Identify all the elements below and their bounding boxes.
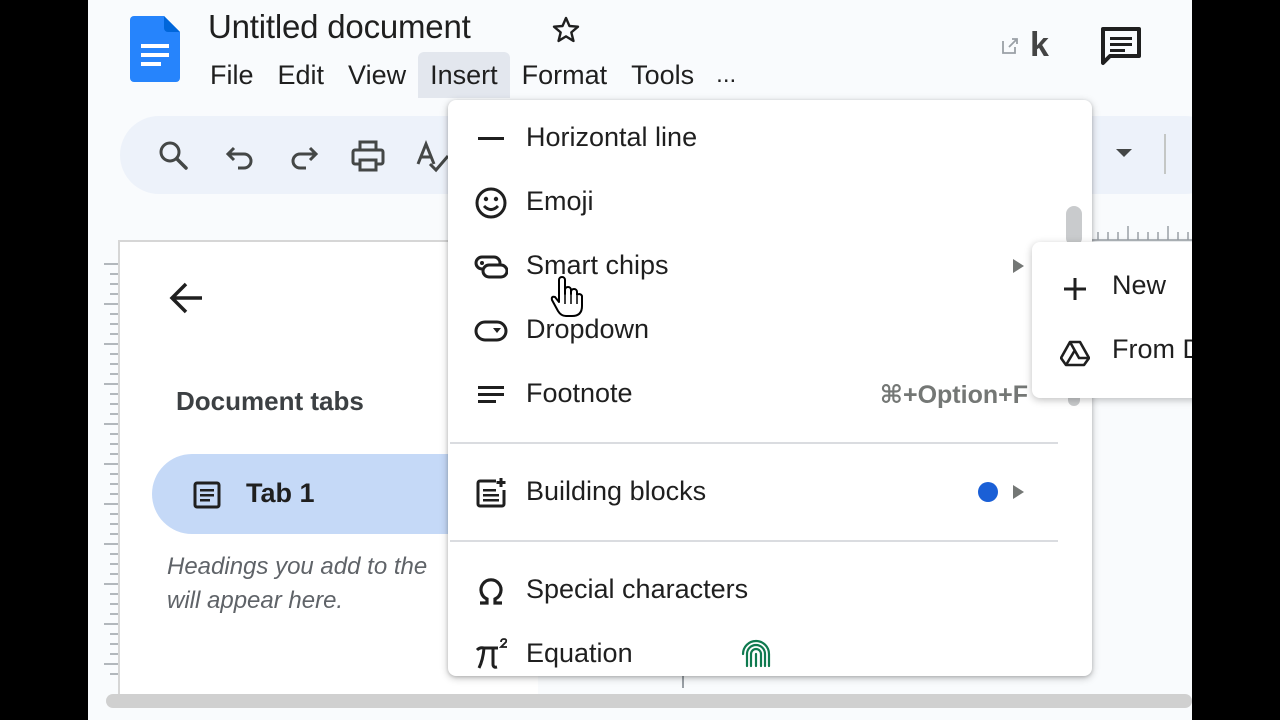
menu-scrollbar[interactable] — [1066, 206, 1082, 246]
menu-item-footnote[interactable]: Footnote ⌘+Option+F — [448, 362, 1092, 426]
docs-logo-icon[interactable] — [130, 16, 180, 82]
extension-logo[interactable]: k — [1030, 26, 1049, 65]
document-icon — [193, 481, 221, 509]
smart-chips-icon — [474, 255, 508, 279]
back-arrow-icon[interactable] — [166, 280, 206, 316]
menu-format[interactable]: Format — [510, 52, 620, 98]
insert-menu: Horizontal line Emoji Smart chips Dropdo… — [448, 100, 1092, 676]
submenu-item-new[interactable]: New — [1032, 256, 1192, 320]
tab-label[interactable]: Tab 1 — [246, 478, 315, 509]
menu-divider — [450, 442, 1058, 444]
menu-divider — [450, 540, 1058, 542]
vertical-ruler — [104, 263, 118, 675]
dropdown-icon — [474, 320, 508, 342]
menu-item-building-blocks[interactable]: Building blocks — [448, 460, 1092, 524]
menu-item-label: Building blocks — [526, 476, 707, 506]
horizontal-ruler — [1084, 226, 1192, 241]
submenu-item-label: New — [1112, 270, 1167, 300]
submenu-item-label: From D — [1112, 334, 1192, 364]
menu-tools[interactable]: Tools — [619, 52, 706, 98]
menu-bar: File Edit View Insert Format Tools ... — [198, 52, 746, 98]
menu-file[interactable]: File — [198, 52, 266, 98]
submenu-arrow-icon — [1013, 259, 1024, 273]
menu-item-label: Special characters — [526, 574, 749, 604]
menu-item-label: Equation — [526, 638, 633, 668]
menu-insert[interactable]: Insert — [418, 52, 510, 98]
keyboard-shortcut: ⌘+Option+F — [879, 381, 1028, 409]
emoji-icon — [475, 187, 507, 219]
menu-item-horizontal-line[interactable]: Horizontal line — [448, 106, 1092, 170]
fingerprint-icon — [741, 639, 771, 668]
submenu-item-from-drive[interactable]: From D — [1032, 320, 1192, 384]
menu-edit[interactable]: Edit — [266, 52, 337, 98]
menu-item-smart-chips[interactable]: Smart chips — [448, 234, 1092, 298]
menu-item-label: Footnote — [526, 378, 633, 408]
building-blocks-icon — [476, 478, 506, 508]
redo-icon[interactable] — [284, 136, 324, 176]
new-feature-badge — [978, 482, 998, 502]
menu-item-emoji[interactable]: Emoji — [448, 170, 1092, 234]
hand-cursor-icon — [550, 276, 583, 317]
footnote-icon — [478, 386, 504, 403]
menu-item-label: Smart chips — [526, 250, 669, 280]
submenu-arrow-icon — [1013, 485, 1024, 499]
panel-title: Document tabs — [176, 386, 364, 416]
docs-window: Untitled document File Edit View Insert … — [88, 0, 1192, 720]
menu-item-dropdown[interactable]: Dropdown — [448, 298, 1092, 362]
undo-icon[interactable] — [220, 136, 260, 176]
menu-more[interactable]: ... — [706, 52, 746, 98]
toolbar-divider — [1164, 134, 1166, 174]
search-icon[interactable] — [154, 136, 194, 176]
menu-item-label: Horizontal line — [526, 122, 698, 152]
open-external-icon[interactable] — [1000, 36, 1020, 56]
menu-item-label: Dropdown — [526, 314, 650, 344]
print-icon[interactable] — [348, 136, 388, 176]
menu-item-label: Emoji — [526, 186, 594, 216]
document-title[interactable]: Untitled document — [208, 8, 471, 46]
panel-hint-text: Headings you add to the will appear here… — [167, 553, 428, 614]
menu-item-special-characters[interactable]: Special characters — [448, 558, 1092, 622]
smart-chips-submenu: New From D — [1032, 242, 1192, 398]
spellcheck-icon[interactable] — [412, 136, 452, 176]
plus-icon — [1064, 278, 1086, 300]
comment-icon[interactable] — [1100, 26, 1142, 66]
drive-icon — [1060, 340, 1090, 367]
chevron-down-icon[interactable] — [1114, 146, 1134, 160]
star-icon[interactable] — [550, 14, 582, 46]
pi-squared-icon — [475, 638, 508, 669]
menu-view[interactable]: View — [336, 52, 418, 98]
horizontal-scrollbar[interactable] — [106, 694, 1192, 708]
horizontal-line-icon — [478, 137, 504, 140]
omega-icon — [479, 578, 503, 605]
